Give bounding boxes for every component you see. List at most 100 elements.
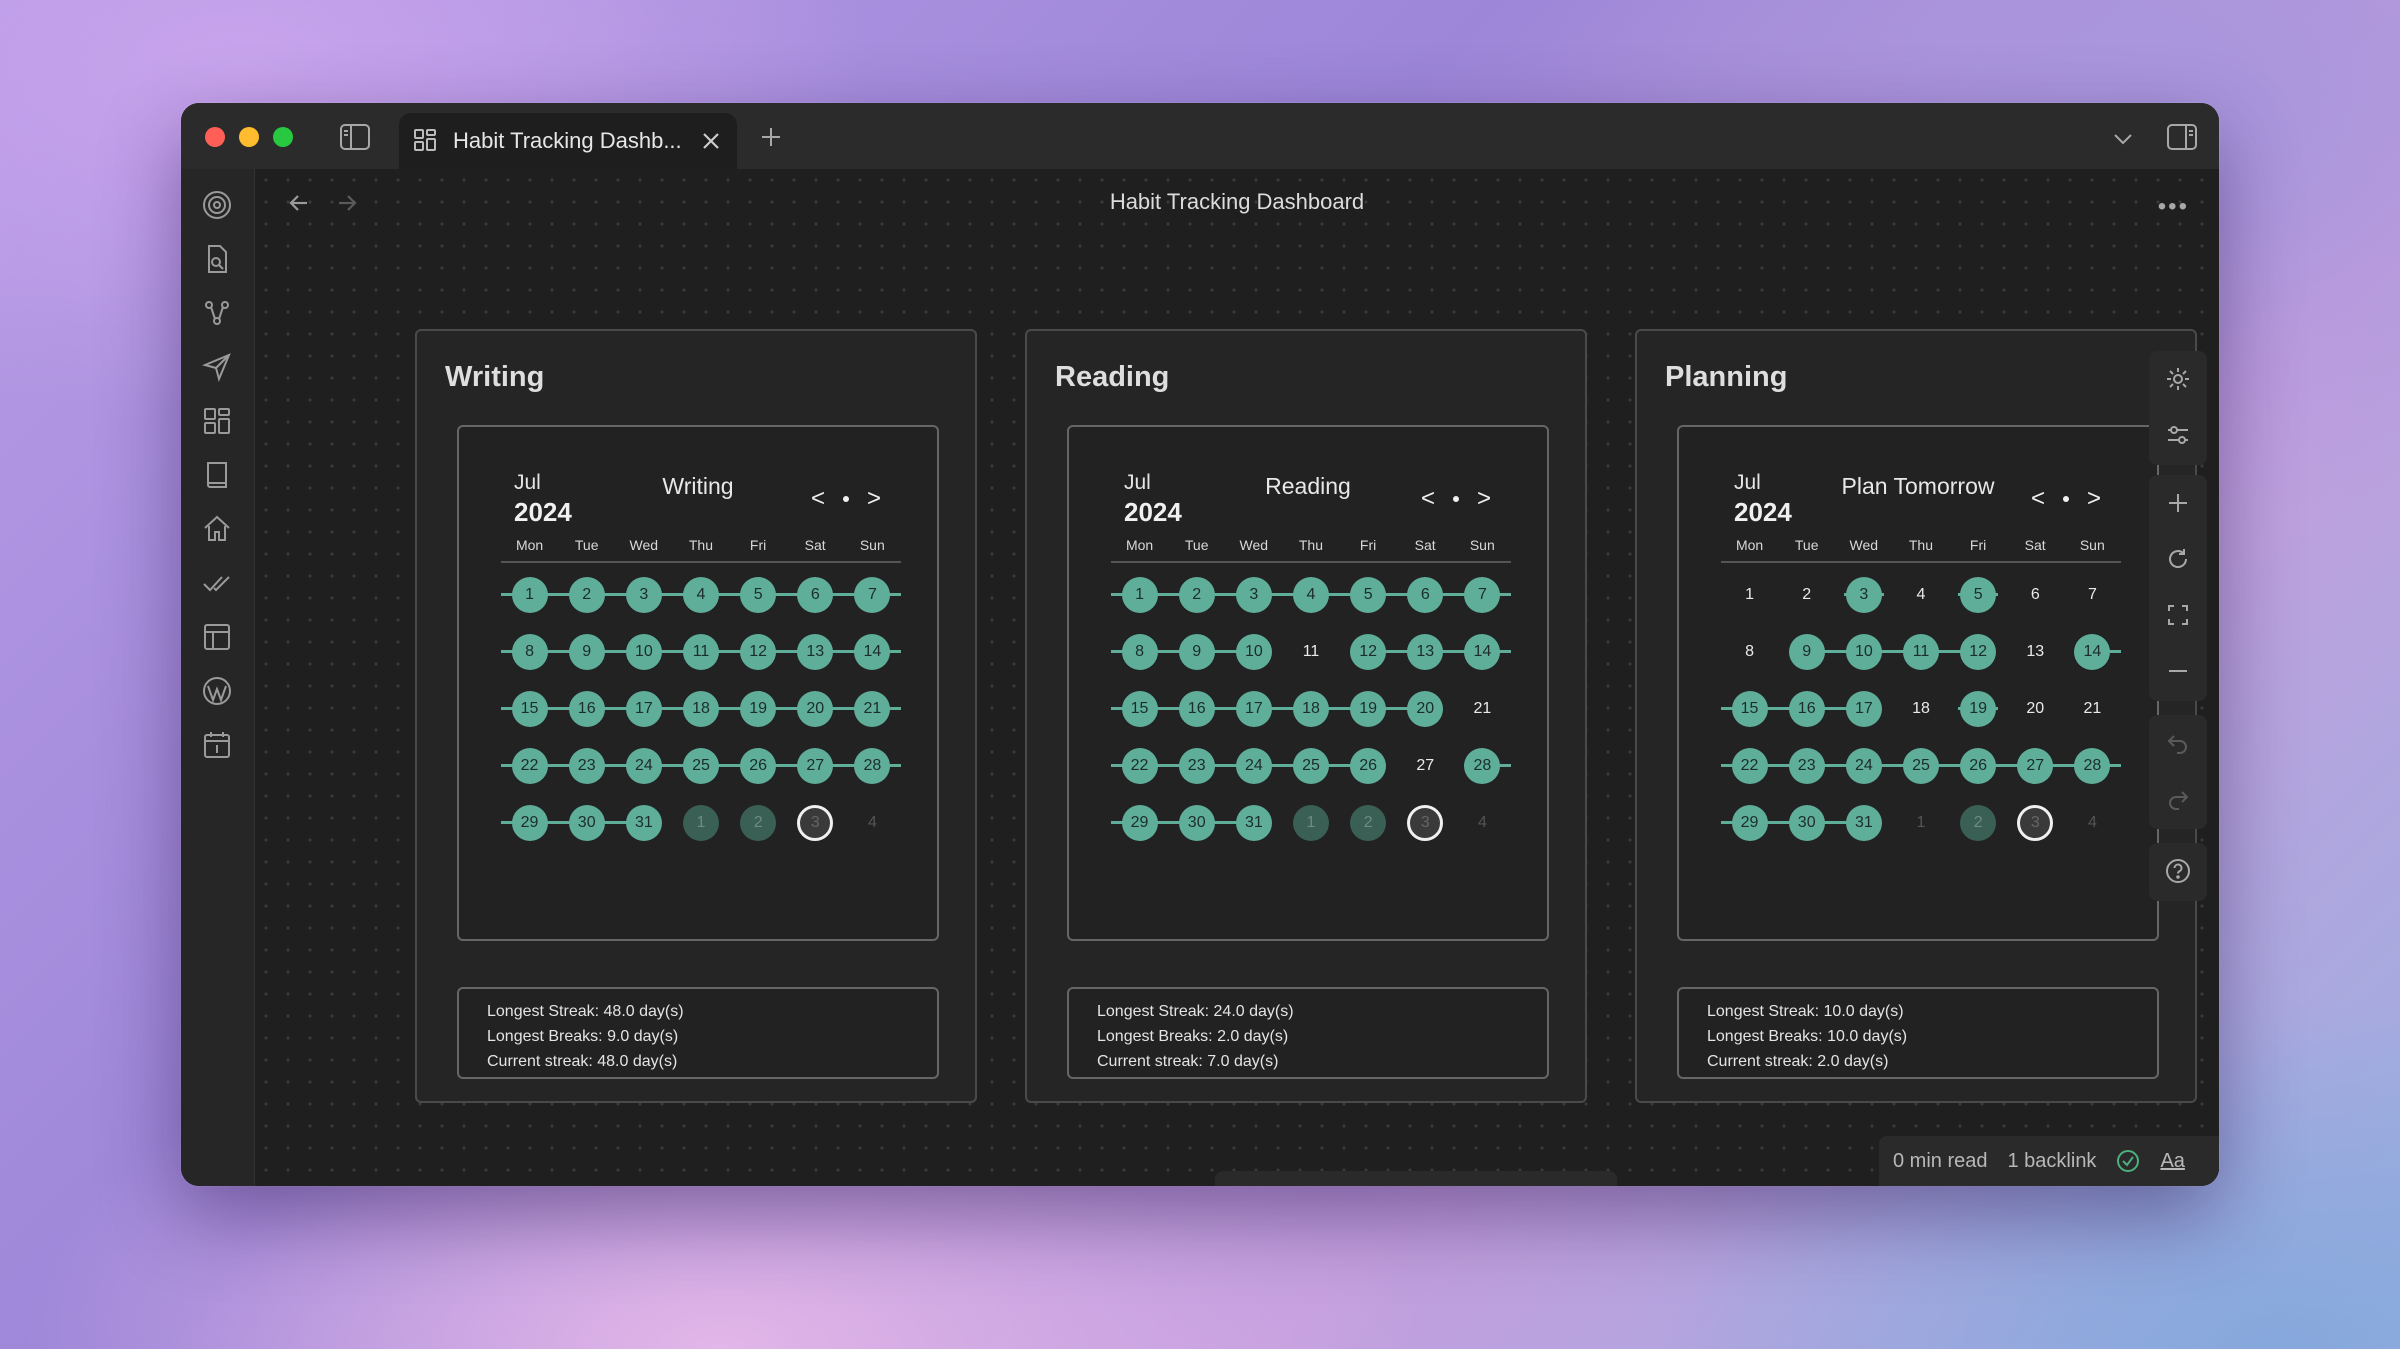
calendar-day[interactable]: 11 (683, 634, 719, 670)
minimize-window-button[interactable] (239, 127, 259, 147)
calendar-day[interactable]: 29 (1121, 805, 1158, 841)
calendar-day[interactable]: 9 (1788, 634, 1825, 670)
calendar-day[interactable]: 8 (1732, 634, 1768, 670)
sliders-icon[interactable] (2149, 407, 2207, 463)
calendar-day[interactable]: 11 (1293, 634, 1329, 670)
calendar-day[interactable]: 30 (1178, 805, 1215, 841)
calendar-day[interactable]: 22 (511, 748, 548, 784)
calendar-day[interactable]: 30 (568, 805, 605, 841)
maximize-window-button[interactable] (273, 127, 293, 147)
calendar-day[interactable]: 17 (1845, 691, 1882, 727)
current-month-dot-button[interactable] (842, 496, 849, 502)
calendar-day[interactable]: 1 (1293, 805, 1329, 841)
calendar-day[interactable]: 19 (1960, 691, 1997, 727)
calendar-day[interactable]: 17 (1235, 691, 1272, 727)
habit-card-1[interactable]: Reading Jul 2024 Reading < > Mon Tue Wed Thu Fr… (1025, 329, 1587, 1103)
toggle-sidebar-icon[interactable] (339, 121, 371, 153)
prev-month-button[interactable]: < (811, 485, 825, 513)
gear-icon[interactable] (2149, 351, 2207, 407)
calendar-day[interactable]: 13 (1407, 634, 1444, 670)
calendar-day[interactable]: 26 (740, 748, 777, 784)
calendar-day[interactable]: 2 (1178, 577, 1215, 613)
calendar-day[interactable]: 14 (854, 634, 891, 670)
calendar-day[interactable]: 13 (797, 634, 834, 670)
calendar-day[interactable]: 15 (1731, 691, 1768, 727)
calendar-day[interactable]: 20 (1407, 691, 1444, 727)
layout-icon[interactable] (201, 621, 235, 655)
calendar-day[interactable]: 6 (797, 577, 834, 613)
calendar-day[interactable]: 2 (568, 577, 605, 613)
calendar-day[interactable]: 4 (1464, 805, 1500, 841)
calendar-day[interactable]: 12 (1350, 634, 1387, 670)
calendar-day[interactable]: 8 (511, 634, 548, 670)
calendar-day[interactable]: 25 (1293, 748, 1329, 784)
calendar-day[interactable]: 4 (2074, 805, 2110, 841)
habit-card-0[interactable]: Writing Jul 2024 Writing < > Mon Tue Wed Thu Fr… (415, 329, 977, 1103)
calendar-icon[interactable] (201, 729, 235, 763)
calendar-day[interactable]: 28 (854, 748, 891, 784)
calendar-day[interactable]: 16 (1788, 691, 1825, 727)
calendar-day[interactable]: 24 (1845, 748, 1882, 784)
close-window-button[interactable] (205, 127, 225, 147)
current-month-dot-button[interactable] (1452, 496, 1459, 502)
calendar-day[interactable]: 18 (1293, 691, 1329, 727)
calendar-day[interactable]: 5 (740, 577, 777, 613)
calendar-day[interactable]: 31 (1845, 805, 1882, 841)
calendar-day[interactable]: 3 (1235, 577, 1272, 613)
graph-icon[interactable] (201, 297, 235, 331)
calendar-day[interactable]: 15 (1121, 691, 1158, 727)
calendar-day[interactable]: 28 (1464, 748, 1501, 784)
calendar-day[interactable]: 3 (1845, 577, 1882, 613)
send-icon[interactable] (201, 351, 235, 385)
calendar-day[interactable]: 3 (797, 805, 834, 841)
prev-month-button[interactable]: < (2031, 485, 2045, 513)
chevron-down-icon[interactable] (2109, 125, 2137, 153)
calendar-day[interactable]: 26 (1960, 748, 1997, 784)
help-icon[interactable] (2149, 843, 2207, 899)
canvas-view[interactable]: Habit Tracking Dashboard ••• Writing Jul 2… (255, 169, 2219, 1186)
calendar-day[interactable]: 4 (1903, 577, 1939, 613)
calendar-day[interactable]: 5 (1960, 577, 1997, 613)
calendar-day[interactable]: 27 (797, 748, 834, 784)
calendar-day[interactable]: 21 (854, 691, 891, 727)
reset-zoom-icon[interactable] (2149, 531, 2207, 587)
calendar-day[interactable]: 24 (625, 748, 662, 784)
undo-icon[interactable] (2149, 715, 2207, 771)
calendar-day[interactable]: 3 (2017, 805, 2054, 841)
habit-card-2[interactable]: Planning Jul 2024 Plan Tomorrow < > Mon Tue W… (1635, 329, 2197, 1103)
tab-habit-tracking-dashboard[interactable]: Habit Tracking Dashb... (399, 113, 737, 169)
calendar-day[interactable]: 7 (1464, 577, 1501, 613)
calendar-day[interactable]: 1 (1121, 577, 1158, 613)
calendar-day[interactable]: 21 (1464, 691, 1500, 727)
calendar-day[interactable]: 13 (2017, 634, 2053, 670)
next-month-button[interactable]: > (867, 485, 881, 513)
new-tab-icon[interactable] (757, 123, 785, 151)
calendar-day[interactable]: 27 (1407, 748, 1443, 784)
more-options-icon[interactable]: ••• (2158, 193, 2189, 221)
calendar-day[interactable]: 16 (1178, 691, 1215, 727)
spiral-icon[interactable] (201, 189, 235, 223)
calendar-day[interactable]: 21 (2074, 691, 2110, 727)
calendar-day[interactable]: 30 (1788, 805, 1825, 841)
calendar-day[interactable]: 22 (1731, 748, 1768, 784)
calendar-day[interactable]: 31 (625, 805, 662, 841)
calendar-day[interactable]: 6 (1407, 577, 1444, 613)
calendar-day[interactable]: 10 (1235, 634, 1272, 670)
redo-icon[interactable] (2149, 771, 2207, 827)
calendar-day[interactable]: 26 (1350, 748, 1387, 784)
next-month-button[interactable]: > (2087, 485, 2101, 513)
calendar-day[interactable]: 27 (2017, 748, 2054, 784)
calendar-day[interactable]: 10 (1845, 634, 1882, 670)
calendar-day[interactable]: 1 (1903, 805, 1939, 841)
calendar-day[interactable]: 3 (1407, 805, 1444, 841)
calendar-day[interactable]: 31 (1235, 805, 1272, 841)
calendar-day[interactable]: 1 (1732, 577, 1768, 613)
calendar-day[interactable]: 23 (1178, 748, 1215, 784)
calendar-day[interactable]: 23 (1788, 748, 1825, 784)
calendar-day[interactable]: 29 (1731, 805, 1768, 841)
calendar-day[interactable]: 1 (683, 805, 719, 841)
calendar-day[interactable]: 22 (1121, 748, 1158, 784)
calendar-day[interactable]: 23 (568, 748, 605, 784)
calendar-day[interactable]: 12 (1960, 634, 1997, 670)
calendar-day[interactable]: 1 (511, 577, 548, 613)
